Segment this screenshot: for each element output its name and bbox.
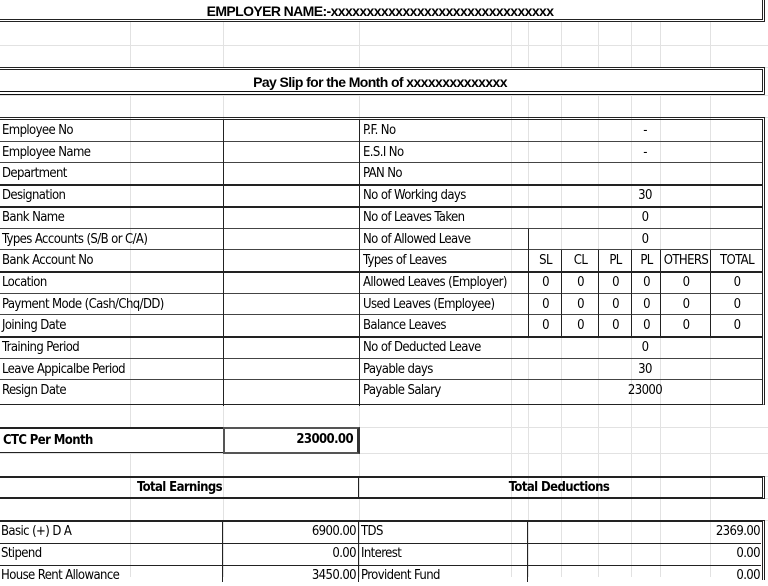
leave-type-header: TOTAL — [720, 253, 755, 269]
leave-type-header: SL — [539, 253, 552, 269]
deduction-label: Interest — [361, 546, 402, 561]
leave-types-label: Types of Leaves — [363, 253, 447, 269]
payslip-title-box: Pay Slip for the Month of xxxxxxxxxxxxxx — [0, 67, 765, 95]
deducted-leave-label: No of Deducted Leave — [363, 340, 481, 355]
employee-detail-label: Bank Name — [2, 209, 65, 225]
employee-detail-label: Leave Appicalbe Period — [2, 361, 126, 377]
leave-row-value[interactable]: 0 — [529, 316, 562, 336]
leave-row-value[interactable]: 0 — [599, 295, 632, 315]
leave-row-value[interactable]: 0 — [632, 295, 661, 315]
earning-label: Stipend — [1, 546, 42, 561]
payslip-title: Pay Slip for the Month of xxxxxxxxxxxxxx — [253, 74, 507, 90]
leave-type-header: PL — [609, 253, 622, 269]
earning-label: Basic (+) D A — [1, 524, 72, 539]
pan-no-label: PAN No — [363, 166, 403, 182]
deduction-label: Provident Fund — [361, 568, 440, 583]
deduction-amount[interactable]: 0.00 — [529, 566, 762, 586]
leaves-taken-value[interactable]: 0 — [529, 208, 761, 228]
payable-salary-value[interactable]: 23000 — [529, 381, 761, 401]
employee-detail-label: Location — [2, 274, 47, 290]
earnings-deductions-table: Basic (+) D A 6900.00 Stipend 0.00 House Ren… — [0, 520, 765, 583]
earning-label: House Rent Allowance — [1, 568, 120, 583]
deduction-amount[interactable]: 0.00 — [529, 544, 762, 564]
leave-row-value[interactable]: 0 — [562, 295, 599, 315]
deductions-title: Total Deductions — [508, 480, 610, 495]
leave-row-value[interactable]: 0 — [711, 273, 763, 293]
ctc-value-box[interactable]: 23000.00 — [223, 427, 360, 454]
earning-amount[interactable]: 0.00 — [224, 544, 358, 564]
leave-row-label: Allowed Leaves (Employer) — [363, 274, 507, 290]
leave-row-value[interactable]: 0 — [529, 273, 562, 293]
allowed-leave-value[interactable]: 0 — [529, 230, 761, 250]
employee-detail-label: Employee No — [2, 123, 74, 138]
employee-detail-label: Payment Mode (Cash/Chq/DD) — [2, 296, 164, 312]
employee-detail-label: Bank Account No — [2, 253, 94, 269]
deduction-amount[interactable]: 2369.00 — [529, 522, 762, 542]
leave-row-value[interactable]: 0 — [661, 295, 711, 315]
leave-type-header: CL — [573, 253, 588, 269]
leave-row-value[interactable]: 0 — [599, 273, 632, 293]
earnings-title: Total Earnings — [136, 480, 223, 495]
totals-header-row: Total Earnings Total Deductions — [0, 476, 765, 499]
working-days-label: No of Working days — [363, 188, 466, 204]
earning-amount[interactable]: 6900.00 — [224, 522, 358, 542]
leave-type-header: OTHERS — [663, 253, 709, 269]
esi-no-value[interactable]: - — [529, 143, 761, 163]
employer-name: EMPLOYER NAME:-xxxxxxxxxxxxxxxxxxxxxxxxx… — [206, 3, 554, 19]
deduction-label: TDS — [361, 524, 383, 539]
payable-salary-label: Payable Salary — [363, 383, 441, 399]
employee-detail-label: Designation — [2, 188, 66, 204]
leave-row-value[interactable]: 0 — [632, 316, 661, 336]
employee-details-table: Employee No Employee Name Department Design… — [0, 117, 765, 406]
allowed-leave-label: No of Allowed Leave — [363, 231, 471, 247]
leave-row-value[interactable]: 0 — [632, 273, 661, 293]
leave-row-value[interactable]: 0 — [711, 316, 763, 336]
leave-row-value[interactable]: 0 — [661, 316, 711, 336]
employee-detail-label: Training Period — [2, 340, 80, 355]
ctc-label-box: CTC Per Month — [0, 427, 225, 453]
leave-row-value[interactable]: 0 — [562, 316, 599, 336]
leave-row-value[interactable]: 0 — [529, 295, 562, 315]
pf-no-label: P.F. No — [363, 123, 396, 138]
leave-row-value[interactable]: 0 — [711, 295, 763, 315]
earning-amount[interactable]: 3450.00 — [224, 566, 358, 586]
payable-days-value[interactable]: 30 — [529, 360, 761, 380]
pf-no-value[interactable]: - — [529, 121, 761, 141]
ctc-value: 23000.00 — [296, 432, 353, 447]
leaves-taken-label: No of Leaves Taken — [363, 209, 465, 225]
leave-row-value[interactable]: 0 — [562, 273, 599, 293]
employee-detail-label: Joining Date — [2, 318, 66, 334]
esi-no-label: E.S.I No — [363, 144, 404, 160]
leave-row-value[interactable]: 0 — [661, 273, 711, 293]
ctc-label: CTC Per Month — [3, 433, 93, 448]
employee-detail-label: Types Accounts (S/B or C/A) — [2, 231, 148, 247]
employee-detail-label: Resign Date — [2, 383, 67, 399]
leave-row-value[interactable]: 0 — [599, 316, 632, 336]
leave-row-label: Balance Leaves — [363, 318, 446, 334]
employee-detail-label: Employee Name — [2, 144, 91, 160]
employer-header-box: EMPLOYER NAME:-xxxxxxxxxxxxxxxxxxxxxxxxx… — [0, 0, 765, 22]
working-days-value[interactable]: 30 — [529, 186, 761, 206]
deducted-leave-value[interactable]: 0 — [529, 338, 761, 358]
payable-days-label: Payable days — [363, 361, 433, 377]
employee-detail-label: Department — [2, 166, 67, 182]
leave-type-header: PL — [640, 253, 653, 269]
leave-row-label: Used Leaves (Employee) — [363, 296, 495, 312]
